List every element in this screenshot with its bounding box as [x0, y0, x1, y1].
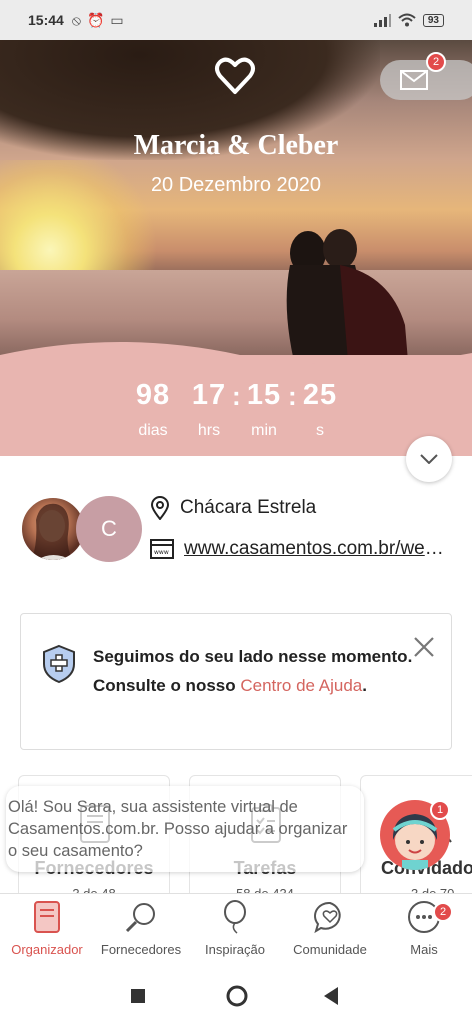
countdown-days: 98 dias	[128, 379, 178, 440]
help-card: Seguimos do seu lado nesse momento. Cons…	[20, 613, 452, 750]
help-text-end: .	[362, 676, 367, 695]
separator: :	[232, 381, 241, 411]
seconds-value: 25	[302, 379, 338, 411]
alarm-icon: ⏰	[86, 11, 105, 28]
messages-badge: 2	[426, 52, 446, 72]
recent-apps-icon[interactable]	[130, 988, 146, 1004]
hero-photo: 2 Marcia & Cleber 20 Dezembro 2020	[0, 40, 472, 380]
heart-logo-icon	[215, 57, 255, 94]
nav-item-organizer[interactable]: Organizador	[0, 900, 94, 957]
partner-avatar[interactable]: C	[76, 496, 142, 562]
status-right: 93	[373, 13, 444, 27]
nav-label: Inspiração	[205, 942, 265, 957]
countdown-curve	[0, 342, 472, 375]
countdown-seconds: 25 s	[297, 379, 343, 440]
web-browser-icon: www	[150, 539, 174, 559]
more-badge: 2	[433, 902, 453, 922]
search-icon	[125, 903, 155, 933]
shield-cross-icon	[43, 644, 75, 684]
muted-icon: ⦸	[71, 11, 81, 28]
back-icon[interactable]	[322, 986, 340, 1006]
countdown-hours: 17 hrs	[186, 379, 232, 440]
wedding-date: 20 Dezembro 2020	[150, 174, 322, 196]
status-time: 15:44	[28, 12, 64, 28]
bottom-nav: Organizador Fornecedores Inspiração Comu…	[0, 893, 472, 968]
home-icon[interactable]	[225, 984, 249, 1008]
nav-item-vendors[interactable]: Fornecedores	[94, 900, 188, 957]
couple-names: Marcia & Cleber	[133, 130, 339, 161]
chevron-down-icon	[420, 454, 438, 464]
hours-label: hrs	[197, 422, 221, 439]
signal-icon	[373, 14, 391, 27]
minutes-label: min	[251, 422, 277, 439]
website-row[interactable]: www www.casamentos.com.br/web/marcia-e-c…	[150, 538, 452, 560]
assistant-badge: 1	[430, 800, 450, 820]
status-bar: 15:44 ⦸ ⏰ ▭ 93	[0, 0, 472, 40]
screen-icon: ▭	[110, 11, 124, 28]
close-icon[interactable]	[413, 636, 435, 658]
status-notification-icons: ⦸ ⏰ ▭	[72, 12, 124, 29]
days-value: 98	[135, 379, 171, 411]
help-center-link[interactable]: Centro de Ajuda	[240, 676, 362, 695]
days-label: dias	[138, 422, 168, 439]
svg-text:www: www	[154, 549, 169, 556]
nav-label: Organizador	[11, 942, 83, 957]
assistant-message: Olá! Sou Sara, sua assistente virtual de…	[8, 798, 348, 860]
venue-name: Chácara Estrela	[180, 497, 317, 518]
messages-button[interactable]: 2	[380, 52, 472, 100]
location-pin-icon	[150, 496, 170, 520]
nav-item-community[interactable]: Comunidade	[283, 900, 377, 957]
countdown-panel: 98 dias 17 hrs : 15 min : 25 s	[0, 342, 472, 456]
system-nav-bar	[0, 968, 472, 1024]
nav-item-inspiration[interactable]: Inspiração	[188, 900, 282, 957]
separator: :	[288, 381, 297, 411]
minutes-value: 15	[246, 379, 282, 411]
nav-label: Comunidade	[293, 942, 367, 957]
seconds-label: s	[316, 422, 324, 439]
wifi-icon	[398, 13, 416, 27]
envelope-icon	[400, 70, 428, 90]
nav-item-more[interactable]: Mais 2	[377, 900, 471, 957]
nav-label: Fornecedores	[100, 942, 182, 957]
balloon-icon	[224, 900, 246, 934]
battery-indicator: 93	[422, 13, 444, 27]
hours-value: 17	[191, 379, 227, 411]
expand-button[interactable]	[406, 436, 452, 482]
countdown-minutes: 15 min	[241, 379, 287, 440]
help-message: Seguimos do seu lado nesse momento. Cons…	[93, 642, 413, 700]
nav-label: Mais	[410, 942, 438, 957]
planner-icon	[34, 901, 60, 933]
chat-heart-icon	[314, 901, 341, 934]
venue-row[interactable]: Chácara Estrela	[150, 496, 316, 520]
website-link[interactable]: www.casamentos.com.br/web/marcia-e-clebe…	[184, 538, 452, 560]
assistant-bubble[interactable]: Olá! Sou Sara, sua assistente virtual de…	[6, 786, 364, 872]
app-screen: 15:44 ⦸ ⏰ ▭ 93 2 Marcia & Cleber 20 Deze…	[0, 0, 472, 1024]
